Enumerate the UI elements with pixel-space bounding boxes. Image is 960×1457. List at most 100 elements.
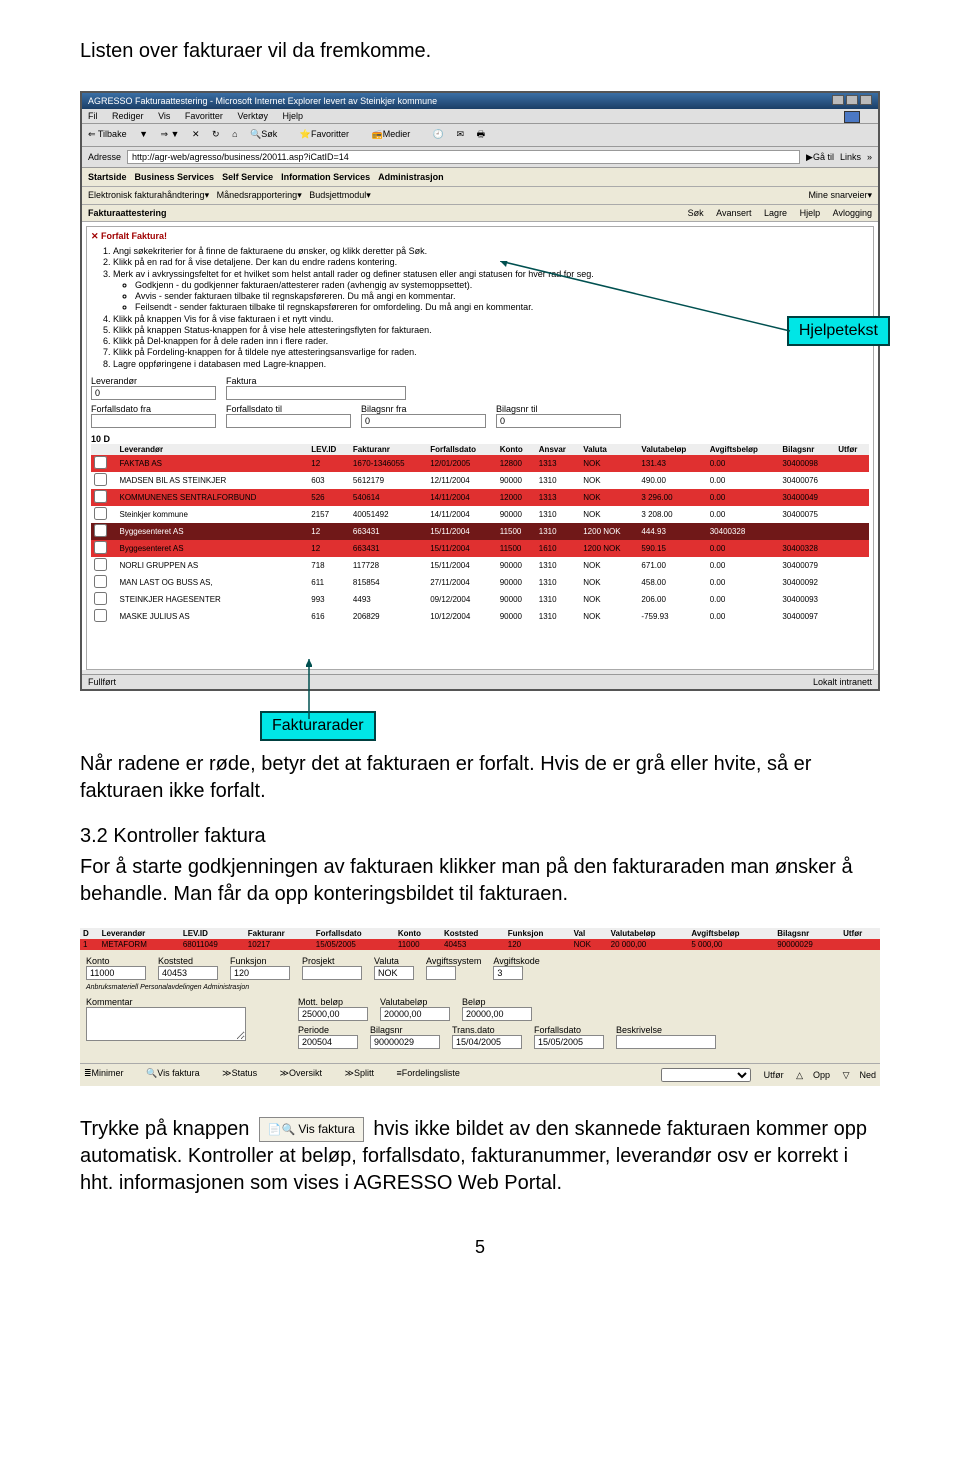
bel-input[interactable] bbox=[462, 1007, 532, 1021]
table-row[interactable]: NORLI GRUPPEN AS71811772815/11/200490000… bbox=[91, 557, 869, 574]
tb-minimer[interactable]: ≣Minimer bbox=[84, 1068, 134, 1078]
max-icon[interactable] bbox=[846, 95, 858, 105]
subnav-efaktura[interactable]: Elektronisk fakturahåndtering▾ bbox=[88, 190, 209, 200]
valbel-input[interactable] bbox=[380, 1007, 450, 1021]
row-checkbox[interactable] bbox=[94, 558, 107, 571]
prosjekt-input[interactable] bbox=[302, 966, 362, 980]
valuta-input[interactable] bbox=[374, 966, 414, 980]
act-avlogging[interactable]: Avlogging bbox=[833, 208, 872, 218]
row-checkbox[interactable] bbox=[94, 592, 107, 605]
history-icon[interactable]: 🕘 bbox=[433, 129, 444, 139]
subnav-budsjett[interactable]: Budsjettmodul▾ bbox=[309, 190, 371, 200]
menu-hjelp[interactable]: Hjelp bbox=[282, 111, 303, 121]
go-button[interactable]: ▶Gå til bbox=[806, 152, 834, 163]
mail-icon[interactable]: ✉ bbox=[457, 129, 465, 139]
menu-fav[interactable]: Favoritter bbox=[185, 111, 223, 121]
row-checkbox[interactable] bbox=[94, 575, 107, 588]
row-checkbox[interactable] bbox=[94, 524, 107, 537]
col-header: Avgiftsbeløp bbox=[688, 928, 774, 939]
fak-input[interactable] bbox=[226, 386, 406, 400]
prosjekt-label: Prosjekt bbox=[302, 956, 362, 966]
table-row[interactable]: Steinkjer kommune21574005149214/11/20049… bbox=[91, 506, 869, 523]
media-button[interactable]: 📻Medier bbox=[372, 129, 421, 139]
act-lagre[interactable]: Lagre bbox=[764, 208, 787, 218]
funksjon-input[interactable] bbox=[230, 966, 290, 980]
row-checkbox[interactable] bbox=[94, 609, 107, 622]
forf-input[interactable] bbox=[534, 1035, 604, 1049]
bil-input[interactable] bbox=[370, 1035, 440, 1049]
table-row[interactable]: KOMMUNENES SENTRALFORBUND52654061414/11/… bbox=[91, 489, 869, 506]
help-item: Merk av i avkryssingsfeltet for et hvilk… bbox=[113, 269, 869, 314]
tb-opp[interactable]: △Opp bbox=[796, 1070, 830, 1080]
menu-verktoy[interactable]: Verktøy bbox=[237, 111, 268, 121]
help-item: Klikk på Fordeling-knappen for å tildele… bbox=[113, 347, 869, 358]
table-row[interactable]: Byggesenteret AS1266343115/11/2004115001… bbox=[91, 540, 869, 557]
act-avansert[interactable]: Avansert bbox=[716, 208, 751, 218]
back-button[interactable]: ⇐ Tilbake ▼ bbox=[88, 129, 148, 139]
fav-button[interactable]: ⭐Favoritter bbox=[300, 129, 359, 139]
table-row[interactable]: MASKE JULIUS AS61620682910/12/2004900001… bbox=[91, 608, 869, 625]
table-row[interactable]: FAKTAB AS121670-134605512/01/20051280013… bbox=[91, 455, 869, 472]
act-sok[interactable]: Søk bbox=[688, 208, 704, 218]
row-checkbox[interactable] bbox=[94, 541, 107, 554]
subnav-snarveier[interactable]: Mine snarveier▾ bbox=[808, 190, 872, 201]
selected-row[interactable]: 1METAFORM680110491021715/05/200511000404… bbox=[80, 939, 880, 950]
topnav-self[interactable]: Self Service bbox=[222, 172, 273, 182]
tb-fordeling[interactable]: ≡Fordelingsliste bbox=[397, 1068, 470, 1078]
home-icon[interactable]: ⌂ bbox=[232, 129, 237, 139]
tb-ned[interactable]: ▽Ned bbox=[843, 1070, 876, 1080]
per-input[interactable] bbox=[298, 1035, 358, 1049]
mott-input[interactable] bbox=[298, 1007, 368, 1021]
fwd-button[interactable]: ⇒ ▼ bbox=[161, 129, 180, 139]
tb-visfaktura[interactable]: 🔍Vis faktura bbox=[146, 1068, 210, 1078]
row-checkbox[interactable] bbox=[94, 490, 107, 503]
table-row[interactable]: MADSEN BIL AS STEINKJER603561217912/11/2… bbox=[91, 472, 869, 489]
close-icon[interactable] bbox=[860, 95, 872, 105]
topnav-startside[interactable]: Startside bbox=[88, 172, 127, 182]
fra-input[interactable] bbox=[91, 414, 216, 428]
avgsys-input[interactable] bbox=[426, 966, 456, 980]
tb-utfor[interactable]: Utfør bbox=[764, 1070, 784, 1080]
help-item: Angi søkekriterier for å finne de faktur… bbox=[113, 246, 869, 257]
topnav: Startside Business Services Self Service… bbox=[82, 168, 878, 187]
bfra-input[interactable] bbox=[361, 414, 486, 428]
subnav-maaned[interactable]: Månedsrapportering▾ bbox=[217, 190, 302, 200]
kommentar-input[interactable] bbox=[86, 1007, 246, 1041]
trd-input[interactable] bbox=[452, 1035, 522, 1049]
topnav-admin[interactable]: Administrasjon bbox=[378, 172, 444, 182]
konto-input[interactable] bbox=[86, 966, 146, 980]
menu-rediger[interactable]: Rediger bbox=[112, 111, 144, 121]
til-input[interactable] bbox=[226, 414, 351, 428]
lev-input[interactable] bbox=[91, 386, 216, 400]
btil-input[interactable] bbox=[496, 414, 621, 428]
min-icon[interactable] bbox=[832, 95, 844, 105]
row-checkbox[interactable] bbox=[94, 473, 107, 486]
stop-icon[interactable]: ✕ bbox=[192, 129, 200, 139]
menu-vis[interactable]: Vis bbox=[158, 111, 170, 121]
row-checkbox[interactable] bbox=[94, 456, 107, 469]
vis-faktura-button[interactable]: 📄🔍Vis faktura bbox=[259, 1117, 364, 1142]
tb-splitt[interactable]: ≫Splitt bbox=[345, 1068, 384, 1078]
topnav-business[interactable]: Business Services bbox=[135, 172, 215, 182]
besk-input[interactable] bbox=[616, 1035, 716, 1049]
tb-oversikt[interactable]: ≫Oversikt bbox=[280, 1068, 332, 1078]
koststed-input[interactable] bbox=[158, 966, 218, 980]
row-checkbox[interactable] bbox=[94, 507, 107, 520]
topnav-info[interactable]: Information Services bbox=[281, 172, 370, 182]
avgsys-label: Avgiftssystem bbox=[426, 956, 481, 966]
refresh-icon[interactable]: ↻ bbox=[212, 129, 220, 139]
table-row[interactable]: Byggesenteret AS1266343115/11/2004115001… bbox=[91, 523, 869, 540]
avgkode-input[interactable] bbox=[493, 966, 523, 980]
tb-status[interactable]: ≫Status bbox=[222, 1068, 267, 1078]
search-button[interactable]: 🔍Søk bbox=[250, 129, 287, 139]
act-hjelp[interactable]: Hjelp bbox=[800, 208, 821, 218]
table-row[interactable]: MAN LAST OG BUSS AS,61181585427/11/20049… bbox=[91, 574, 869, 591]
col-header: Fakturanr bbox=[350, 444, 427, 455]
table-row[interactable]: STEINKJER HAGESENTER993449309/12/2004900… bbox=[91, 591, 869, 608]
tb-select[interactable] bbox=[661, 1068, 751, 1082]
menu-fil[interactable]: Fil bbox=[88, 111, 98, 121]
print-icon[interactable]: 🖶 bbox=[477, 129, 486, 139]
address-input[interactable] bbox=[127, 150, 800, 164]
links-label[interactable]: Links bbox=[840, 152, 861, 162]
help-item: Lagre oppføringene i databasen med Lagre… bbox=[113, 359, 869, 370]
